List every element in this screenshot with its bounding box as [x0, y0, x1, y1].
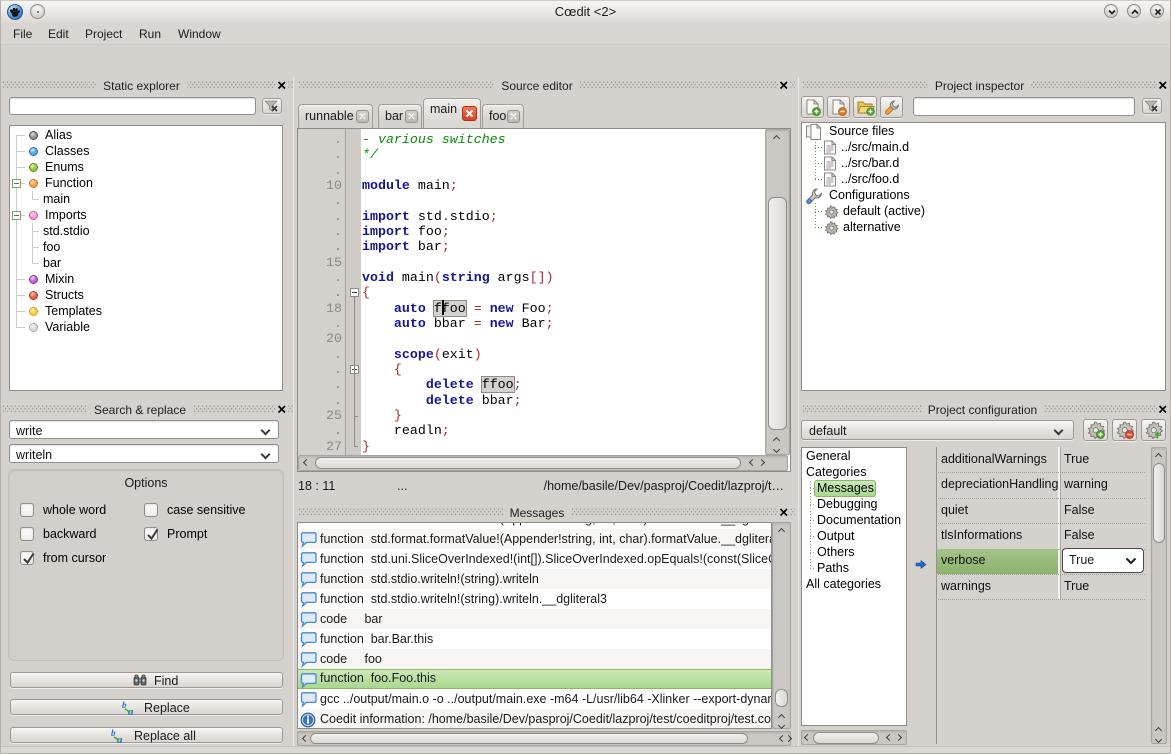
svg-text:b: b	[122, 700, 127, 710]
svg-text:b: b	[111, 728, 116, 738]
